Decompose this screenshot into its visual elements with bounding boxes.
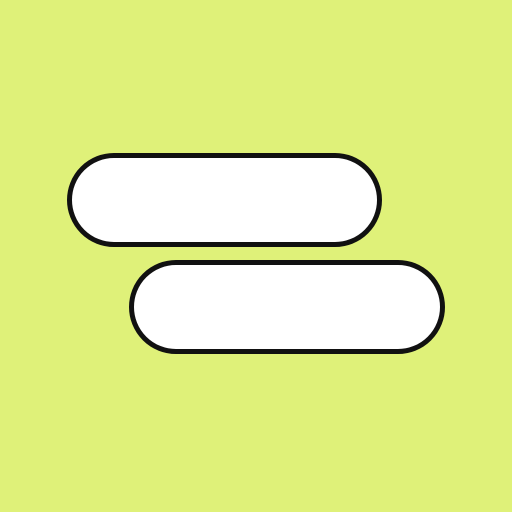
pill-shape-top: [67, 153, 382, 247]
pill-shape-bottom: [129, 260, 445, 354]
app-icon-canvas: [0, 0, 512, 512]
